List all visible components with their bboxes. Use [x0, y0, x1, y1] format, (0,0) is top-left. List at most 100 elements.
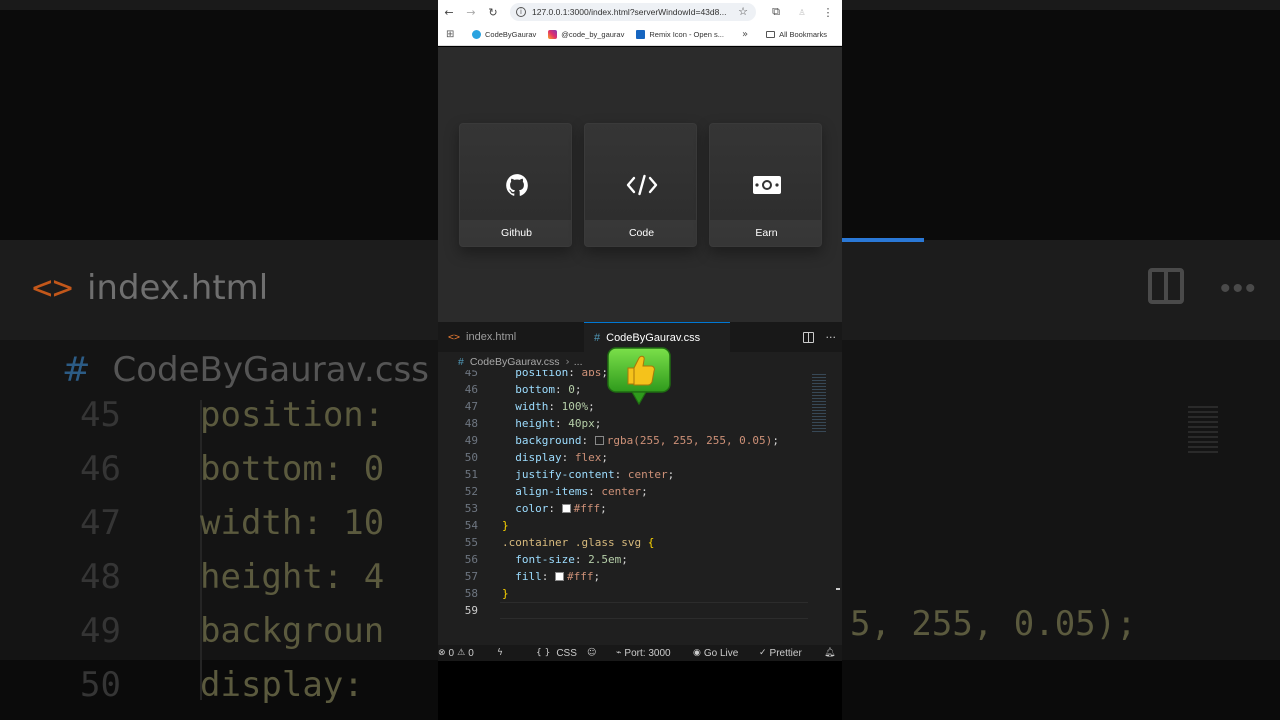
bg-code-line: 46 bottom: 0 [80, 442, 384, 496]
code-line[interactable]: 48 height: 40px; [438, 415, 602, 432]
all-bookmarks[interactable]: All Bookmarks [766, 30, 827, 39]
bookmark-codebygaurav[interactable]: CodeByGaurav [472, 30, 536, 39]
card-earn[interactable]: Earn [709, 123, 822, 247]
site-info-icon[interactable]: i [516, 7, 526, 17]
bookmark-instagram[interactable]: @code_by_gaurav [548, 30, 624, 39]
colon: : [614, 468, 628, 481]
apps-grid-icon[interactable]: ⊞ [446, 29, 458, 40]
code-line[interactable]: 51 justify-content: center; [438, 466, 674, 483]
menu-kebab-icon[interactable]: ⋮ [818, 0, 838, 24]
code-line[interactable]: 46 bottom: 0; [438, 381, 582, 398]
go-live-button[interactable]: ◉ Go Live [693, 648, 738, 659]
color-swatch[interactable] [561, 504, 571, 513]
reload-icon[interactable]: ↻ [482, 0, 504, 24]
code-line[interactable]: 57 fill: #fff; [438, 568, 600, 585]
colon: : [555, 417, 569, 430]
colon: : [541, 570, 555, 583]
code-line[interactable]: 50 display: flex; [438, 449, 608, 466]
bg-code-line: 45 position: [80, 388, 384, 442]
status-bar: ⊗ 0 ⚠ 0 ϟ { } CSS ☺ ⌁ Port: 3000 ◉ Go Live ✓ P… [438, 645, 842, 661]
line-number: 58 [464, 587, 478, 600]
bg-line-number: 50 [80, 665, 121, 705]
css-selector: .container .glass svg [502, 536, 648, 549]
css-value: flex [574, 451, 602, 464]
card-github[interactable]: Github [459, 123, 572, 247]
color-swatch[interactable] [594, 436, 604, 445]
code-line[interactable]: 56 font-size: 2.5em; [438, 551, 628, 568]
code-line[interactable]: 55 .container .glass svg { [438, 534, 655, 551]
bookmark-remix-icon[interactable]: Remix Icon - Open s... [636, 30, 724, 39]
css-property: height [515, 417, 555, 430]
thumbs-up-icon [607, 347, 671, 406]
line-number: 48 [464, 417, 478, 430]
minimap[interactable] [812, 374, 826, 434]
line-number: 59 [464, 604, 478, 617]
go-live-label: Go Live [703, 647, 739, 659]
code-line[interactable]: 52 align-items: center; [438, 483, 648, 500]
code-line[interactable]: 47 width: 100%; [438, 398, 595, 415]
line-number: 47 [464, 400, 478, 413]
css-property: justify-content [515, 468, 615, 481]
more-bookmarks-chevron-icon[interactable]: » [742, 29, 748, 40]
bg-property: height: 4 [200, 557, 385, 597]
language-mode[interactable]: { } CSS [536, 648, 577, 659]
error-icon: ⊗ [438, 648, 446, 658]
code-line[interactable]: 49 background: rgba(255, 255, 255, 0.05)… [438, 432, 779, 449]
notifications-bell-icon[interactable]: 🔔︎ [824, 648, 838, 658]
color-swatch[interactable] [555, 572, 564, 581]
code-line[interactable]: 59 [438, 602, 502, 619]
bookmark-star-icon[interactable]: ☆ [738, 5, 748, 18]
card-label: Code [585, 220, 696, 246]
brace: } [502, 519, 509, 532]
bookmark-label: @code_by_gaurav [561, 30, 625, 39]
line-number: 53 [464, 502, 478, 515]
code-line[interactable]: 53 color: #fff; [438, 500, 607, 517]
all-bookmarks-label: All Bookmarks [779, 30, 828, 39]
extensions-icon[interactable]: ⧉ [766, 0, 786, 24]
css-value: 2.5em [588, 553, 622, 566]
forward-arrow-icon[interactable]: → [460, 0, 482, 24]
tab-label: index.html [466, 331, 517, 343]
bg-line-number: 48 [80, 557, 121, 597]
semicolon: ; [594, 417, 602, 430]
copilot-icon[interactable]: ☺ [587, 648, 599, 658]
flash-icon[interactable]: ϟ [497, 648, 506, 658]
breadcrumb-symbol[interactable]: ... [574, 356, 583, 368]
semicolon: ; [601, 451, 608, 464]
money-icon [710, 172, 821, 198]
semicolon: ; [621, 553, 628, 566]
url-text[interactable]: 127.0.0.1:3000/index.html?serverWindowId… [532, 7, 728, 17]
tab-index-html[interactable]: <> index.html [438, 322, 584, 352]
css-value: 40px [568, 417, 595, 430]
bg-tab-label: index.html [86, 268, 269, 308]
broadcast-icon: ⌁ [616, 648, 622, 658]
card-label: Earn [710, 220, 821, 246]
css-value: #fff [567, 570, 594, 583]
code-lines[interactable]: 45 position: abs; 46 bottom: 0; 47 width: … [438, 370, 808, 632]
code-line[interactable]: 45 position: abs; [438, 370, 608, 381]
bg-property: position: [200, 395, 385, 435]
card-code[interactable]: Code [584, 123, 697, 247]
toolbar-right: ⧉ ♙ ⋮ [766, 0, 838, 24]
prettier-button[interactable]: ✓ Prettier [759, 648, 802, 659]
semicolon: ; [667, 468, 675, 481]
problems-indicator[interactable]: ⊗ 0 ⚠ 0 [438, 648, 474, 659]
prettier-label: Prettier [769, 647, 802, 659]
split-editor-icon[interactable] [802, 331, 814, 343]
css-property: fill [515, 570, 542, 583]
code-line[interactable]: 54} [438, 517, 509, 534]
bg-right-code: 5, 255, 0.05); [850, 604, 1137, 644]
css-property: color [515, 502, 549, 515]
web-page: Github Code Earn [438, 47, 842, 322]
bg-right-code-text: 5, 255, 0.05); [850, 604, 1137, 644]
breadcrumb-file[interactable]: CodeByGaurav.css [470, 356, 560, 368]
profile-icon[interactable]: ♙ [792, 0, 812, 24]
line-number: 52 [464, 485, 478, 498]
card-label: Github [460, 220, 571, 246]
address-bar[interactable]: i 127.0.0.1:3000/index.html?serverWindow… [510, 3, 756, 21]
more-actions-icon[interactable]: ··· [826, 331, 837, 344]
back-arrow-icon[interactable]: ← [438, 0, 460, 24]
port-indicator[interactable]: ⌁ Port: 3000 [616, 648, 671, 659]
code-line[interactable]: 58} [438, 585, 509, 602]
